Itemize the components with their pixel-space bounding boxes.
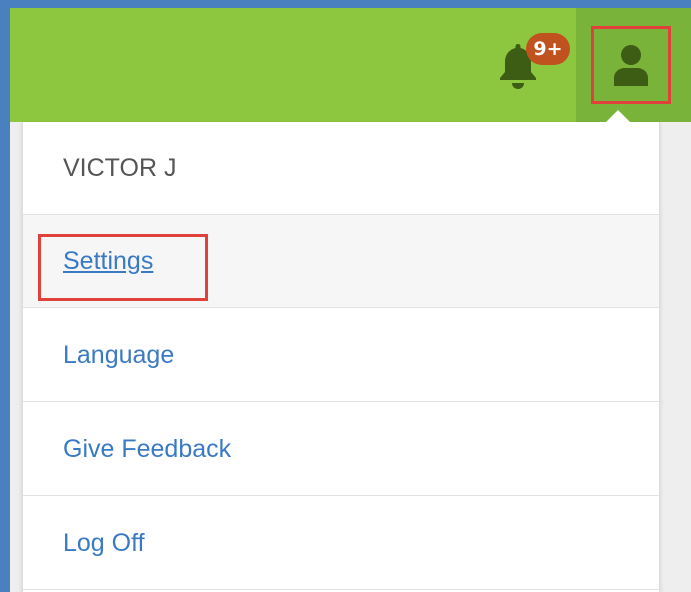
menu-item-give-feedback[interactable]: Give Feedback [23,403,659,496]
menu-item-language[interactable]: Language [23,309,659,402]
settings-link[interactable]: Settings [63,215,153,308]
language-link[interactable]: Language [63,309,174,402]
menu-user-name: VICTOR J [23,122,659,215]
log-off-link[interactable]: Log Off [63,497,145,590]
user-name-label: VICTOR J [63,154,177,182]
top-bar: 9+ [10,8,691,122]
notification-badge: 9+ [526,33,570,65]
user-icon [614,45,648,86]
give-feedback-link[interactable]: Give Feedback [63,403,231,496]
menu-item-settings[interactable]: Settings [23,215,659,308]
menu-item-log-off[interactable]: Log Off [23,497,659,590]
app-window: 9+ VICTOR J Settings Language Give Feedb… [10,8,691,592]
user-menu-button[interactable] [591,26,671,104]
dropdown-caret [605,110,631,123]
user-dropdown-menu: VICTOR J Settings Language Give Feedback… [22,122,660,592]
